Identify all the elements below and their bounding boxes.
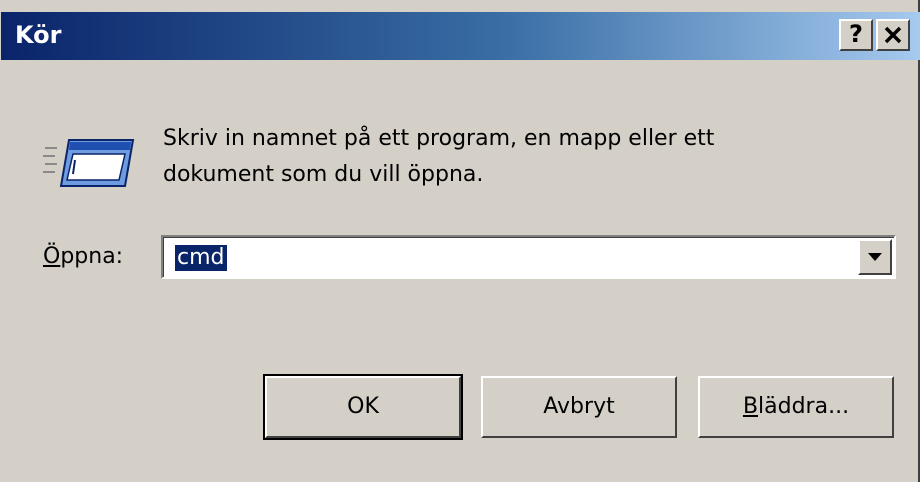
ok-button[interactable]: OK xyxy=(263,374,463,440)
cancel-button[interactable]: Avbryt xyxy=(481,376,677,438)
run-dialog: Kör ? Skriv in namnet på ett program, en… xyxy=(0,0,920,482)
prompt-text-line-1: Skriv in namnet på ett program, en mapp … xyxy=(163,126,715,151)
title-bar[interactable]: Kör ? xyxy=(1,12,920,60)
browse-button[interactable]: Bläddra... xyxy=(698,376,894,438)
help-button[interactable]: ? xyxy=(839,19,873,51)
close-button[interactable] xyxy=(876,19,910,51)
chevron-down-icon xyxy=(868,253,882,261)
open-combobox[interactable]: cmd xyxy=(161,235,896,279)
prompt-text-line-2: dokument som du vill öppna. xyxy=(163,162,484,187)
open-label-accelerator: Ö xyxy=(43,244,61,269)
open-label: Öppna: xyxy=(43,242,123,272)
window-title: Kör xyxy=(15,21,62,49)
run-program-icon xyxy=(43,139,135,187)
browse-label: läddra... xyxy=(758,394,850,419)
close-icon xyxy=(884,26,902,44)
open-input[interactable]: cmd xyxy=(175,245,227,271)
open-label-text: ppna: xyxy=(60,244,124,269)
browse-accelerator: B xyxy=(742,394,759,419)
dropdown-button[interactable] xyxy=(858,239,892,275)
